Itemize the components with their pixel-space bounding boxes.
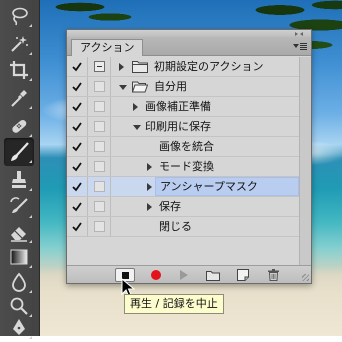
- checkmark-toggle[interactable]: [67, 157, 88, 176]
- checkmark-toggle[interactable]: [67, 57, 88, 76]
- checkmark-toggle[interactable]: [67, 137, 88, 156]
- dialog-toggle[interactable]: [94, 101, 105, 112]
- disclosure-closed-icon[interactable]: [147, 163, 152, 171]
- dialog-toggle[interactable]: [94, 221, 105, 232]
- action-row[interactable]: 保存: [67, 197, 299, 217]
- dialog-toggle[interactable]: [94, 141, 105, 152]
- checkmark-icon: [72, 61, 82, 71]
- palm-leaves-left: [40, 0, 140, 32]
- new-set-button[interactable]: [203, 268, 223, 282]
- tab-actions[interactable]: アクション: [71, 39, 144, 56]
- panel-menu-icon[interactable]: [293, 41, 307, 51]
- lasso-tool-icon[interactable]: [4, 2, 34, 30]
- history-brush-tool-icon[interactable]: [4, 193, 34, 221]
- checkmark-toggle[interactable]: [67, 117, 88, 136]
- collapse-icon[interactable]: [291, 30, 307, 37]
- disclosure-closed-icon[interactable]: [147, 203, 152, 211]
- dialog-toggle[interactable]: [94, 201, 105, 212]
- play-button[interactable]: [174, 268, 194, 282]
- checkmark-icon: [72, 81, 82, 91]
- checkmark-toggle[interactable]: [67, 217, 88, 236]
- action-row[interactable]: 画像を統合: [67, 137, 299, 157]
- checkmark-icon: [72, 161, 82, 171]
- actions-panel: アクション 初期設定のアクション 自分用画像補正準備 印刷用に保存画像を統合モード変…: [66, 29, 312, 284]
- crop-tool-icon[interactable]: [4, 56, 34, 84]
- action-label: 画像を統合: [159, 140, 214, 153]
- folder-icon: [132, 61, 148, 73]
- action-label: 保存: [159, 200, 181, 213]
- checkmark-toggle[interactable]: [67, 77, 88, 96]
- checkmark-icon: [72, 141, 82, 151]
- disclosure-closed-icon[interactable]: [119, 63, 124, 71]
- actions-list: 初期設定のアクション 自分用画像補正準備 印刷用に保存画像を統合モード変換アンシャー…: [67, 57, 299, 267]
- action-row[interactable]: アンシャープマスク: [67, 177, 299, 197]
- checkmark-toggle[interactable]: [67, 177, 88, 196]
- new-action-button[interactable]: [233, 268, 253, 282]
- brush-tool-icon[interactable]: [4, 138, 34, 166]
- delete-button[interactable]: [263, 268, 283, 282]
- checkmark-icon: [72, 181, 82, 191]
- dialog-toggle[interactable]: [94, 81, 105, 92]
- healing-brush-tool-icon[interactable]: [4, 112, 34, 140]
- checkmark-toggle[interactable]: [67, 197, 88, 216]
- disclosure-closed-icon[interactable]: [133, 103, 138, 111]
- scrollbar[interactable]: [299, 57, 311, 267]
- dialog-toggle[interactable]: [94, 61, 105, 72]
- gradient-tool-icon[interactable]: [4, 243, 34, 271]
- action-label: 自分用: [154, 80, 187, 93]
- eraser-tool-icon[interactable]: [4, 218, 34, 246]
- checkmark-icon: [72, 201, 82, 211]
- panel-bottom-bar: [67, 265, 311, 283]
- action-row[interactable]: 初期設定のアクション: [67, 57, 299, 77]
- disclosure-closed-icon[interactable]: [147, 183, 152, 191]
- action-row[interactable]: 自分用: [67, 77, 299, 97]
- checkmark-icon: [72, 101, 82, 111]
- folder-icon: [206, 270, 220, 281]
- action-row[interactable]: モード変換: [67, 157, 299, 177]
- quick-selection-tool-icon[interactable]: [4, 30, 34, 58]
- dialog-toggle[interactable]: [94, 121, 105, 132]
- trash-icon: [267, 269, 279, 281]
- action-row[interactable]: 印刷用に保存: [67, 117, 299, 137]
- tools-panel: [0, 0, 40, 339]
- disclosure-open-icon[interactable]: [133, 125, 141, 130]
- panel-tab-bar: アクション: [67, 37, 311, 56]
- action-label: 印刷用に保存: [145, 120, 211, 133]
- action-row[interactable]: 閉じる: [67, 217, 299, 237]
- action-row[interactable]: 画像補正準備: [67, 97, 299, 117]
- resize-grip[interactable]: [302, 274, 309, 281]
- record-icon: [151, 270, 161, 280]
- action-label: 閉じる: [159, 220, 192, 233]
- checkmark-toggle[interactable]: [67, 97, 88, 116]
- dialog-toggle[interactable]: [94, 181, 105, 192]
- action-label: アンシャープマスク: [155, 177, 299, 196]
- record-button[interactable]: [146, 268, 166, 282]
- new-item-icon: [237, 269, 249, 281]
- checkmark-icon: [72, 221, 82, 231]
- clone-stamp-tool-icon[interactable]: [4, 166, 34, 194]
- dialog-toggle[interactable]: [94, 161, 105, 172]
- play-icon: [180, 270, 188, 280]
- pen-tool-icon[interactable]: [4, 314, 34, 342]
- panel-drag-bar[interactable]: [67, 30, 311, 37]
- action-label: 画像補正準備: [145, 100, 211, 113]
- action-label: 初期設定のアクション: [154, 60, 264, 73]
- folder-open-icon: [132, 81, 148, 93]
- action-label: モード変換: [159, 160, 214, 173]
- checkmark-icon: [72, 121, 82, 131]
- eyedropper-tool-icon[interactable]: [4, 84, 34, 112]
- tooltip: 再生 / 記録を中止: [124, 294, 224, 314]
- disclosure-open-icon[interactable]: [119, 85, 127, 90]
